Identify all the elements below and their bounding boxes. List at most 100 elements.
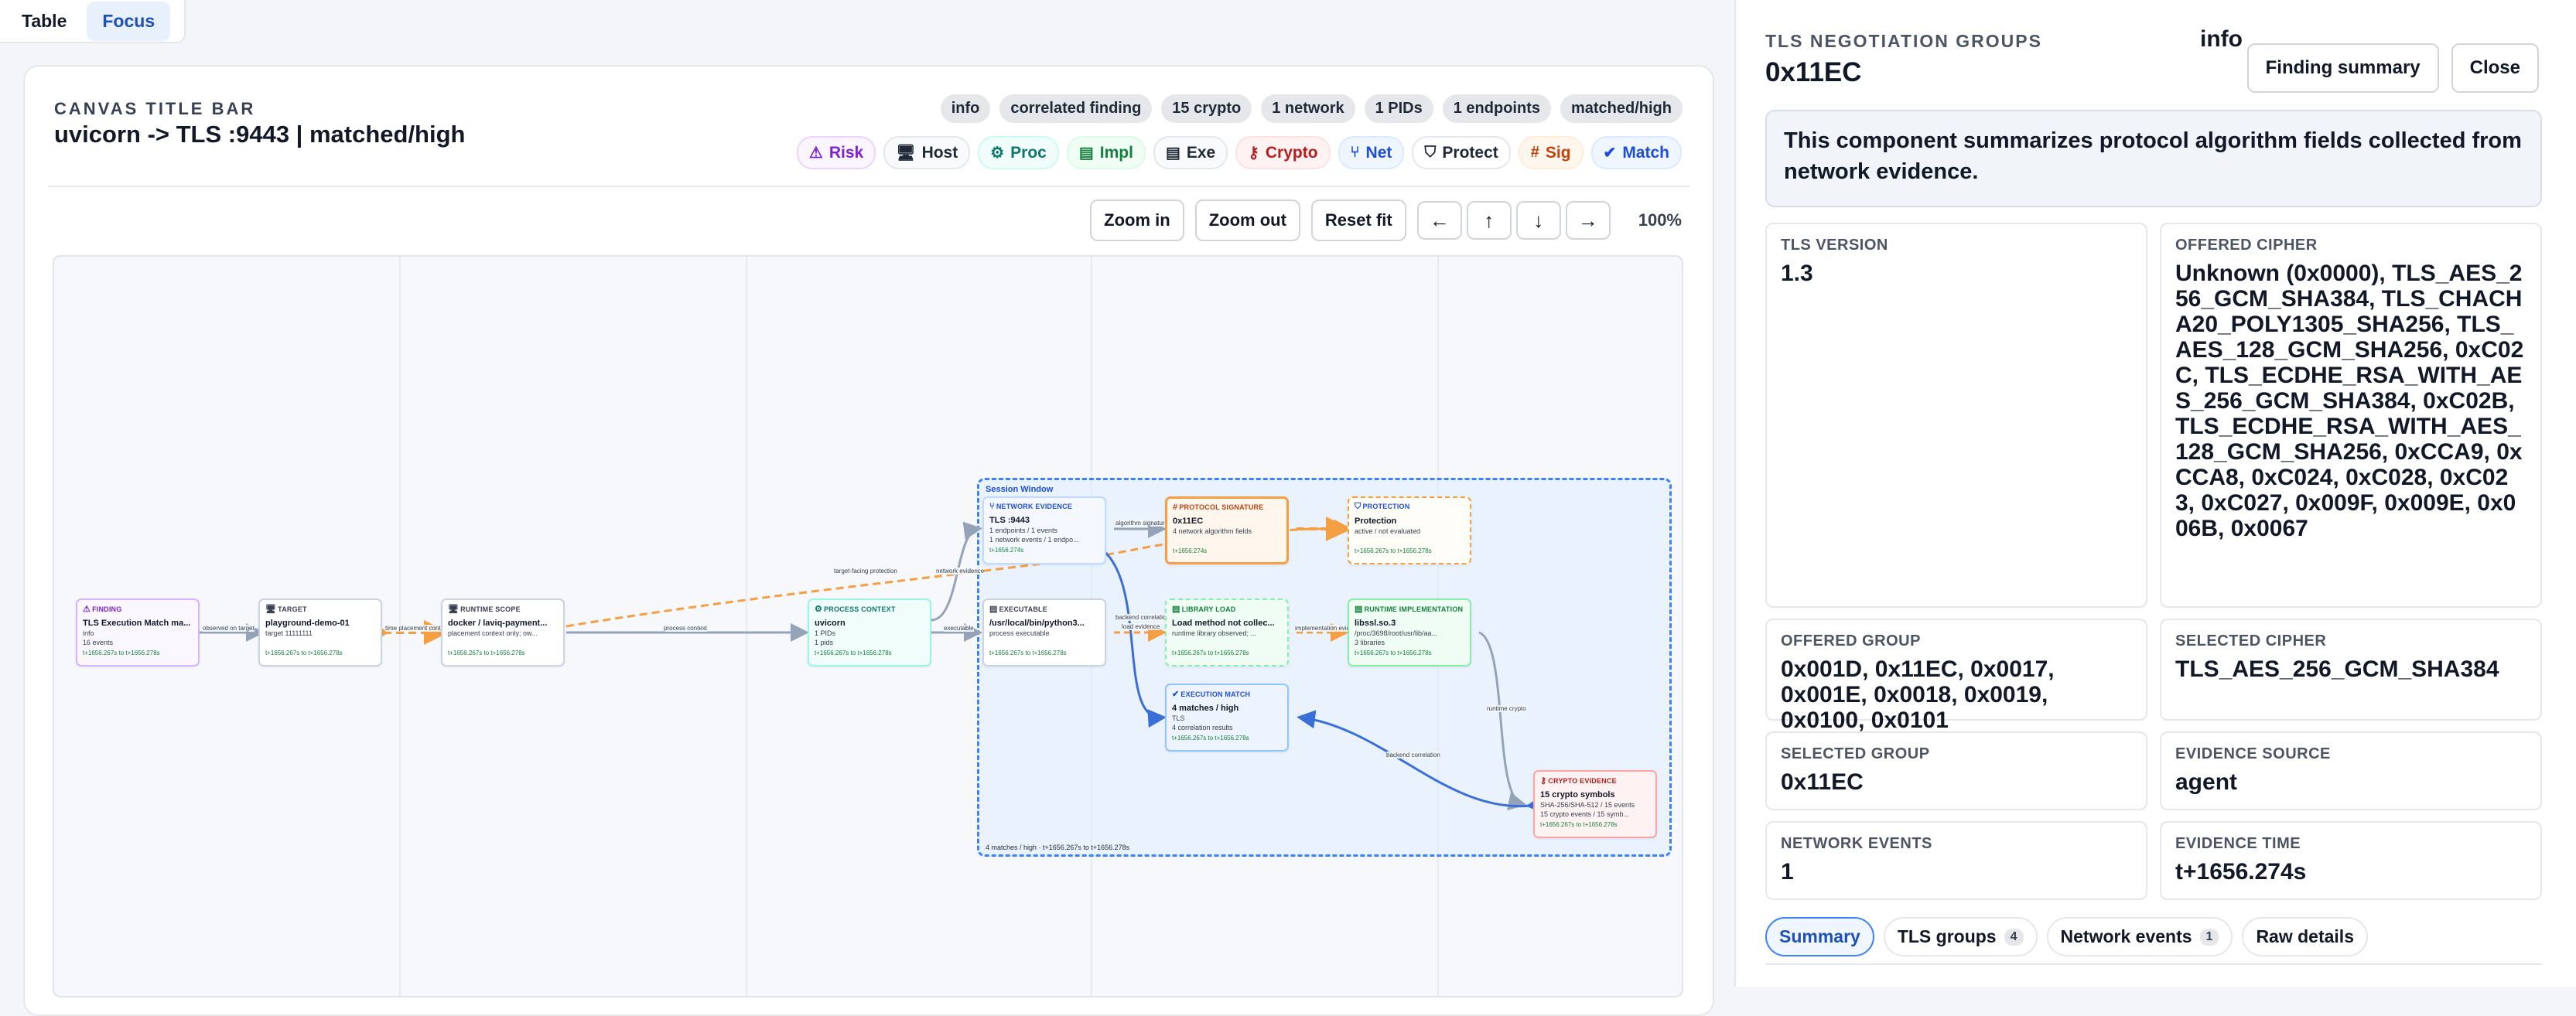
warning-icon: ⚠ xyxy=(808,145,823,162)
node-executable[interactable]: ▤ EXECUTABLE /usr/local/bin/python3... pr… xyxy=(982,598,1106,667)
badge-finding-type: correlated finding xyxy=(999,94,1153,123)
pan-controls: ← ↑ ↓ → xyxy=(1416,201,1611,240)
node-execution-match[interactable]: ✔ EXECUTION MATCH 4 matches / high TLS 4 … xyxy=(1165,684,1289,752)
pan-down-button[interactable]: ↓ xyxy=(1515,201,1561,240)
close-button[interactable]: Close xyxy=(2451,43,2539,93)
check-circle-icon: ✔ xyxy=(1603,145,1617,162)
canvas-badges: info correlated finding 15 crypto 1 netw… xyxy=(940,94,1683,123)
edge-network-evidence xyxy=(931,521,982,622)
field-offered-group: OFFERED GROUP 0x001D, 0x11EC, 0x0017, 0x… xyxy=(1765,619,2147,733)
tab-tls-groups[interactable]: TLS groups 4 xyxy=(1883,917,2038,956)
file-icon: ▤ xyxy=(989,605,998,614)
canvas-title: uvicorn -> TLS :9443 | matched/high xyxy=(54,121,466,148)
legend-host[interactable]: 🖥 Host xyxy=(883,136,971,169)
panel-title: 0x11EC xyxy=(1765,57,1862,87)
legend-net[interactable]: ⑂ Net xyxy=(1338,136,1405,169)
panel-tabs: Summary TLS groups 4 Network events 1 Raw … xyxy=(1765,917,2368,956)
edge-runtime-crypto xyxy=(1478,631,1527,810)
monitor-icon: 🖥 xyxy=(896,145,916,162)
count-badge: 4 xyxy=(2004,928,2024,946)
node-library-load[interactable]: ▤ LIBRARY LOAD Load method not collec... … xyxy=(1165,598,1289,667)
edge-label: target-facing protection xyxy=(834,568,897,574)
edge-label: process context xyxy=(664,625,708,632)
field-selected-cipher: SELECTED CIPHER TLS_AES_256_GCM_SHA384 xyxy=(2160,619,2542,721)
field-evidence-source: EVIDENCE SOURCE agent xyxy=(2160,731,2542,810)
zoom-level: 100% xyxy=(1638,210,1682,230)
badge-match-status: matched/high xyxy=(1560,94,1683,123)
badge-endpoint-count: 1 endpoints xyxy=(1442,94,1551,123)
node-runtime-implementation[interactable]: ▤ RUNTIME IMPLEMENTATION libssl.so.3 /pro… xyxy=(1348,598,1471,667)
shield-icon: ⛉ xyxy=(1355,502,1361,511)
edge-label: time placement cont... xyxy=(385,625,446,632)
node-protocol-signature[interactable]: # PROTOCOL SIGNATURE 0x11EC 4 network alg… xyxy=(1165,496,1289,564)
file-icon: ▤ xyxy=(1078,145,1094,162)
key-icon: ⚷ xyxy=(1540,776,1547,786)
node-protection[interactable]: ⛉ PROTECTION Protection active / not eval… xyxy=(1348,496,1471,564)
tab-summary[interactable]: Summary xyxy=(1765,917,1874,956)
view-tabs: Table Focus xyxy=(0,0,186,43)
cog-icon: ⚙ xyxy=(990,145,1005,162)
edge-backend-correlation-2 xyxy=(1297,710,1546,814)
zoom-in-button[interactable]: Zoom in xyxy=(1090,199,1184,241)
field-selected-group: SELECTED GROUP 0x11EC xyxy=(1765,731,2147,810)
hash-icon: # xyxy=(1173,503,1178,512)
node-process-context[interactable]: ⚙ PROCESS CONTEXT uvicorn 1 PIDs 1 pids t… xyxy=(808,598,931,667)
edge-label: load evidence xyxy=(1122,623,1160,630)
pan-up-button[interactable]: ↑ xyxy=(1466,201,1512,240)
legend-match[interactable]: ✔ Match xyxy=(1590,136,1682,169)
panel-severity: info xyxy=(2200,26,2243,52)
edge-label: backend correlation xyxy=(1115,614,1170,621)
legend-impl[interactable]: ▤ Impl xyxy=(1066,136,1146,169)
legend-risk[interactable]: ⚠ Risk xyxy=(796,136,876,169)
edge-label: network evidence xyxy=(936,568,985,574)
panel-summary: This component summarizes protocol algor… xyxy=(1765,110,2542,207)
monitor-icon: 🖥 xyxy=(448,605,460,614)
count-badge: 1 xyxy=(2199,928,2219,946)
tab-network-events[interactable]: Network events 1 xyxy=(2046,917,2233,956)
file-icon: ▤ xyxy=(1355,605,1363,614)
edge-label: runtime crypto xyxy=(1487,705,1526,712)
legend-exe[interactable]: ▤ Exe xyxy=(1153,136,1228,169)
tab-table[interactable]: Table xyxy=(6,2,82,41)
field-tls-version: TLS VERSION 1.3 xyxy=(1765,223,2147,608)
detail-panel: TLS NEGOTIATION GROUPS 0x11EC info Findi… xyxy=(1734,0,2576,987)
edge-label: backend correlation xyxy=(1386,752,1440,759)
monitor-icon: 🖥 xyxy=(265,605,277,614)
node-target[interactable]: 🖥 TARGET playground-demo-01 target 111111… xyxy=(258,598,382,667)
panel-tabs-divider xyxy=(1765,963,2542,965)
reset-fit-button[interactable]: Reset fit xyxy=(1310,199,1406,241)
file-icon: ▤ xyxy=(1172,605,1180,614)
node-crypto-evidence[interactable]: ⚷ CRYPTO EVIDENCE 15 crypto symbols SHA-2… xyxy=(1533,770,1657,838)
shield-icon: ⛉ xyxy=(1424,144,1437,161)
tab-raw-details[interactable]: Raw details xyxy=(2242,917,2368,956)
pan-left-button[interactable]: ← xyxy=(1416,201,1462,240)
edge-label: observed on target xyxy=(203,625,255,632)
finding-summary-button[interactable]: Finding summary xyxy=(2246,43,2439,93)
node-type-legend: ⚠ Risk 🖥 Host ⚙ Proc ▤ Impl ▤ Exe ⚷ Crypto ⑂ Ne… xyxy=(796,136,1682,169)
network-icon: ⑂ xyxy=(1350,144,1360,161)
check-circle-icon: ✔ xyxy=(1172,690,1180,699)
panel-section-label: TLS NEGOTIATION GROUPS xyxy=(1765,31,2042,51)
field-grid: TLS VERSION 1.3 OFFERED CIPHER Unknown (… xyxy=(1765,223,2542,900)
canvas-toolbar: Zoom in Zoom out Reset fit ← ↑ ↓ → 100% xyxy=(1090,199,1682,241)
graph-canvas[interactable]: Session Window 4 matches / high · t+1656… xyxy=(53,255,1683,997)
edge-label: algorithm signature xyxy=(1115,520,1169,527)
canvas-title-bar-label: CANVAS TITLE BAR xyxy=(54,99,256,118)
legend-sig[interactable]: # Sig xyxy=(1518,136,1584,169)
node-network-evidence[interactable]: ⑂ NETWORK EVIDENCE TLS :9443 1 endpoints … xyxy=(982,496,1106,564)
badge-severity: info xyxy=(940,94,991,123)
zoom-out-button[interactable]: Zoom out xyxy=(1194,199,1300,241)
legend-protect[interactable]: ⛉ Protect xyxy=(1412,136,1511,169)
field-network-events: NETWORK EVENTS 1 xyxy=(1765,821,2147,900)
badge-pid-count: 1 PIDs xyxy=(1364,94,1433,123)
cog-icon: ⚙ xyxy=(815,605,823,614)
tab-focus[interactable]: Focus xyxy=(87,1,171,41)
node-finding[interactable]: ⚠ FINDING TLS Execution Match ma... info … xyxy=(76,598,200,667)
legend-proc[interactable]: ⚙ Proc xyxy=(978,136,1059,169)
node-runtime-scope[interactable]: 🖥 RUNTIME SCOPE docker / laviq-payment...… xyxy=(441,598,565,667)
field-offered-cipher: OFFERED CIPHER Unknown (0x0000), TLS_AES… xyxy=(2160,223,2542,608)
edge-label: executable xyxy=(944,625,974,632)
legend-crypto[interactable]: ⚷ Crypto xyxy=(1235,136,1331,169)
pan-right-button[interactable]: → xyxy=(1565,201,1611,240)
hash-icon: # xyxy=(1530,144,1539,161)
